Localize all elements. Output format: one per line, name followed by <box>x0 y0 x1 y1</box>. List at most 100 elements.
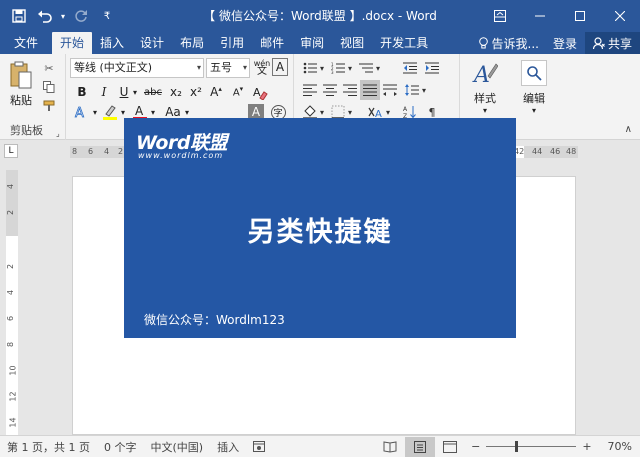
editing-button[interactable]: 编辑 ▾ <box>521 60 547 115</box>
text-effects-icon: A <box>75 106 85 120</box>
status-right: − + 70% <box>375 436 640 457</box>
highlight-button[interactable] <box>100 102 120 122</box>
page-count[interactable]: 第 1 页，共 1 页 <box>0 439 97 455</box>
tab-view[interactable]: 视图 <box>332 32 372 54</box>
line-spacing-icon <box>405 84 419 96</box>
title-bar: ▾ ₹ 【 微信公众号：Word联盟 】.docx - Word <box>0 0 640 32</box>
font-name-select[interactable]: 等线 (中文正文) ▾ <box>70 58 204 78</box>
minimize-icon <box>535 15 545 17</box>
tab-design[interactable]: 设计 <box>132 32 172 54</box>
tab-review[interactable]: 审阅 <box>292 32 332 54</box>
svg-text:3: 3 <box>331 70 334 74</box>
ribbon-options-button[interactable] <box>480 0 520 32</box>
save-button[interactable] <box>6 3 32 29</box>
strikethrough-label: abc <box>144 86 162 98</box>
web-layout-icon <box>443 440 458 453</box>
font-size-select[interactable]: 五号 ▾ <box>206 58 250 78</box>
scissors-icon: ✂ <box>44 61 54 75</box>
clipboard-small-buttons: ✂ <box>40 60 58 114</box>
redo-button[interactable] <box>68 3 94 29</box>
minimize-button[interactable] <box>520 0 560 32</box>
share-button[interactable]: 共享 <box>584 32 640 54</box>
ruler-tick: 44 <box>532 147 543 156</box>
undo-button[interactable] <box>32 3 58 29</box>
undo-icon <box>38 10 52 23</box>
close-button[interactable] <box>600 0 640 32</box>
clipboard-launcher-icon[interactable]: ⌟ <box>56 129 60 138</box>
ruler-tick: 4 <box>6 183 16 190</box>
editing-label: 编辑 <box>523 92 545 105</box>
tab-stop-selector[interactable]: L <box>4 144 18 158</box>
clipboard-icon <box>10 61 32 89</box>
line-spacing-button[interactable] <box>402 80 422 100</box>
cut-button[interactable]: ✂ <box>40 60 58 76</box>
bullets-button[interactable] <box>300 58 320 78</box>
grow-font-icon: A▴ <box>210 85 222 99</box>
line-spacing-dropdown[interactable]: ▾ <box>420 80 428 100</box>
paste-button[interactable]: 粘贴 <box>6 60 36 114</box>
tab-insert[interactable]: 插入 <box>92 32 132 54</box>
zoom-in-button[interactable]: + <box>582 440 591 453</box>
eraser-icon: A <box>253 86 268 100</box>
format-painter-button[interactable] <box>40 98 58 114</box>
numbering-button[interactable]: 123 <box>328 58 348 78</box>
align-center-button[interactable] <box>320 80 340 100</box>
align-right-button[interactable] <box>340 80 360 100</box>
customize-qat-button[interactable]: ₹ <box>94 3 120 29</box>
read-mode-button[interactable] <box>375 437 405 457</box>
multilevel-dropdown[interactable]: ▾ <box>374 58 382 78</box>
tab-layout[interactable]: 布局 <box>172 32 212 54</box>
word-count[interactable]: 0 个字 <box>97 439 144 455</box>
tab-home[interactable]: 开始 <box>52 32 93 54</box>
distributed-button[interactable] <box>380 80 400 100</box>
insert-mode[interactable]: 插入 <box>210 439 246 455</box>
language-indicator[interactable]: 中文(中国) <box>143 439 210 455</box>
paintbrush-icon <box>43 100 55 111</box>
ribbon-tabs: 文件 开始 插入 设计 布局 引用 邮件 审阅 视图 开发工具 告诉我... 登… <box>0 32 640 54</box>
decrease-indent-button[interactable] <box>400 58 420 78</box>
italic-label: I <box>101 85 107 99</box>
zoom-thumb[interactable] <box>514 441 518 452</box>
subscript-button[interactable]: x₂ <box>166 82 186 102</box>
macro-record-icon[interactable] <box>246 441 272 452</box>
sign-in-link[interactable]: 登录 <box>545 35 585 52</box>
bold-button[interactable]: B <box>72 82 92 102</box>
tab-references[interactable]: 引用 <box>212 32 252 54</box>
styles-button[interactable]: A 样式 ▾ <box>472 60 498 115</box>
tab-file[interactable]: 文件 <box>0 32 52 54</box>
grow-font-button[interactable]: A▴ <box>206 82 226 102</box>
tab-developer[interactable]: 开发工具 <box>372 32 436 54</box>
vertical-ruler[interactable]: 4 2 2 4 6 8 10 12 14 <box>6 170 18 435</box>
numbering-dropdown[interactable]: ▾ <box>346 58 354 78</box>
tab-mailings[interactable]: 邮件 <box>252 32 292 54</box>
text-effects-dropdown[interactable]: ▾ <box>90 102 100 122</box>
shrink-font-button[interactable]: A▾ <box>228 82 248 102</box>
copy-button[interactable] <box>40 79 58 95</box>
tell-me-box[interactable]: 告诉我... <box>472 35 545 52</box>
underline-dropdown[interactable]: ▾ <box>130 82 140 102</box>
text-effects-button[interactable]: A <box>72 102 92 122</box>
collapse-ribbon-icon[interactable]: ∧ <box>625 124 632 135</box>
styles-icon: A <box>472 63 498 88</box>
web-layout-button[interactable] <box>435 437 465 457</box>
zoom-track[interactable] <box>486 441 577 452</box>
strikethrough-button[interactable]: abc <box>142 82 164 102</box>
char-border-label: A <box>275 60 285 74</box>
maximize-button[interactable] <box>560 0 600 32</box>
justify-button[interactable] <box>360 80 380 100</box>
justify-icon <box>363 84 377 96</box>
italic-button[interactable]: I <box>94 82 114 102</box>
ruler-tick: 14 <box>8 417 18 428</box>
char-border-button[interactable]: A <box>272 58 288 76</box>
phonetic-guide-button[interactable]: wén 文 <box>252 58 272 78</box>
superscript-button[interactable]: x² <box>186 82 206 102</box>
zoom-out-button[interactable]: − <box>471 440 480 453</box>
increase-indent-button[interactable] <box>422 58 442 78</box>
clear-format-button[interactable]: A <box>250 82 270 102</box>
zoom-level[interactable]: 70% <box>598 440 640 453</box>
align-left-button[interactable] <box>300 80 320 100</box>
undo-dropdown[interactable]: ▾ <box>58 3 68 29</box>
multilevel-list-button[interactable] <box>356 58 376 78</box>
bullets-dropdown[interactable]: ▾ <box>318 58 326 78</box>
print-layout-button[interactable] <box>405 436 436 457</box>
